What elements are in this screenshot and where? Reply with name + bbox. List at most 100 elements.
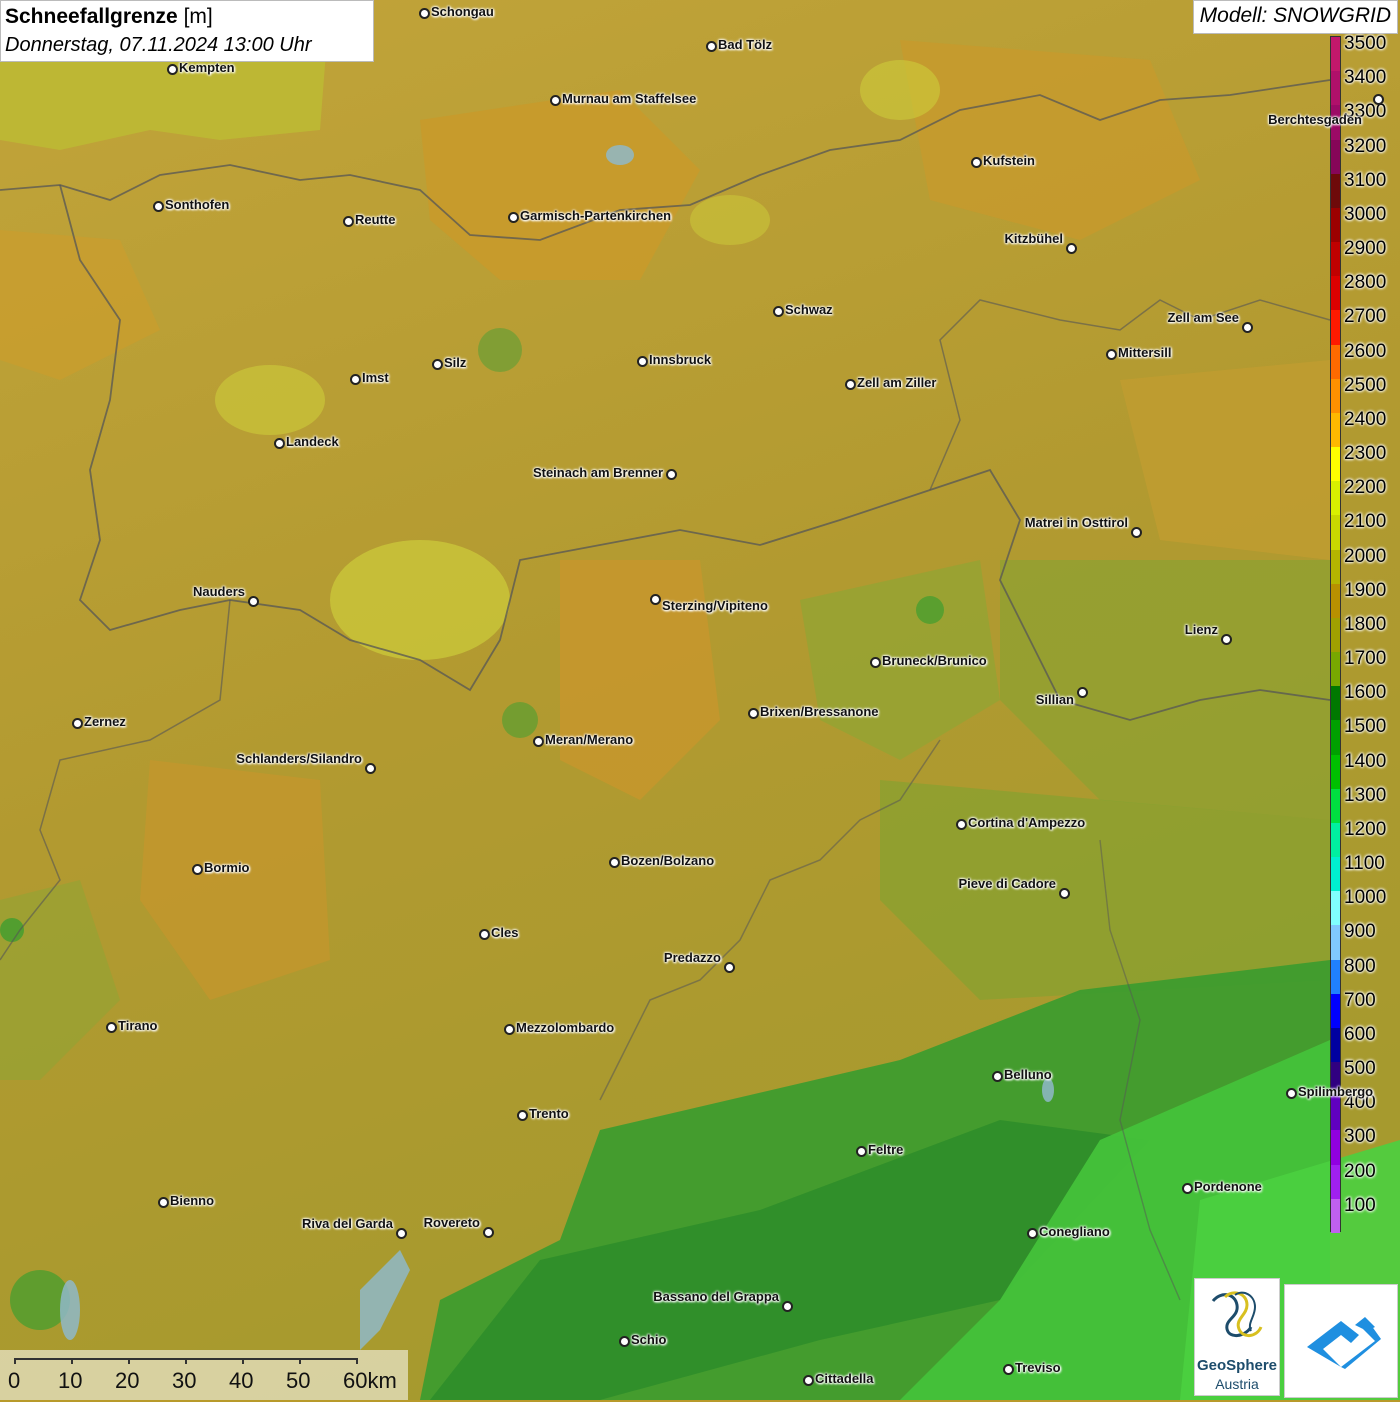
city-dot-icon xyxy=(504,1024,515,1035)
city-label: Zell am See xyxy=(1167,310,1239,325)
map-datetime: Donnerstag, 07.11.2024 13:00 Uhr xyxy=(5,34,312,56)
city-label: Zell am Ziller xyxy=(857,375,937,390)
legend-label: 2500 xyxy=(1344,374,1387,396)
city-label: Rovereto xyxy=(423,1215,480,1230)
legend-label: 1500 xyxy=(1344,716,1387,738)
legend-label: 200 xyxy=(1344,1160,1376,1182)
city-dot-icon xyxy=(856,1146,867,1157)
city-dot-icon xyxy=(773,306,784,317)
city-dot-icon xyxy=(72,718,83,729)
geosphere-logo-text: GeoSphere xyxy=(1196,1357,1278,1374)
legend-swatch xyxy=(1331,37,1340,72)
scale-tick xyxy=(14,1358,16,1364)
city-dot-icon xyxy=(153,201,164,212)
legend-swatch xyxy=(1331,378,1340,414)
legend-swatch xyxy=(1331,617,1340,653)
city-label: Predazzo xyxy=(663,950,721,965)
city-label: Feltre xyxy=(868,1142,904,1157)
city-dot-icon xyxy=(1059,888,1070,899)
legend-label: 3500 xyxy=(1344,33,1387,54)
city-dot-icon xyxy=(971,157,982,168)
mountain-arrow-icon xyxy=(1307,1317,1381,1369)
legend-swatch xyxy=(1331,1096,1340,1131)
legend-swatch xyxy=(1331,447,1340,482)
city-label: Mezzolombardo xyxy=(516,1020,615,1035)
title-unit: [m] xyxy=(177,5,213,28)
legend-label: 1200 xyxy=(1344,818,1387,840)
city-label: Bormio xyxy=(204,860,250,875)
city-dot-icon xyxy=(609,857,620,868)
city-label: Reutte xyxy=(355,212,396,227)
legend-swatch xyxy=(1331,788,1340,824)
legend-swatch xyxy=(1331,1130,1340,1166)
city-dot-icon xyxy=(992,1071,1003,1082)
city-label: Sonthofen xyxy=(165,197,230,212)
city-label: Nauders xyxy=(192,584,245,599)
city-label: Brixen/Bressanone xyxy=(760,704,879,719)
model-label: Modell: SNOWGRID xyxy=(1192,0,1398,34)
city-label: Landeck xyxy=(286,434,339,449)
legend-label: 3000 xyxy=(1344,203,1387,225)
city-label: Pordenone xyxy=(1194,1179,1262,1194)
legend-swatch xyxy=(1331,925,1340,961)
map-title-box: Schneefallgrenze [m] Donnerstag, 07.11.2… xyxy=(0,0,374,62)
city-label: Riva del Garda xyxy=(301,1216,393,1231)
city-dot-icon xyxy=(419,8,430,19)
legend-swatch xyxy=(1331,652,1340,687)
scale-label: 50 xyxy=(286,1368,311,1393)
legend-label: 1300 xyxy=(1344,784,1387,806)
city-dot-icon xyxy=(1242,322,1253,333)
city-dot-icon xyxy=(1221,634,1232,645)
city-dot-icon xyxy=(1077,687,1088,698)
legend-swatch xyxy=(1331,754,1340,790)
legend-label: 2000 xyxy=(1344,545,1387,567)
city-dot-icon xyxy=(1003,1364,1014,1375)
city-dot-icon xyxy=(192,864,203,875)
city-dot-icon xyxy=(167,64,178,75)
legend-swatch xyxy=(1331,412,1340,448)
city-dot-icon xyxy=(706,41,717,52)
city-label: Zernez xyxy=(84,714,126,729)
legend-label: 800 xyxy=(1344,955,1376,977)
legend-swatch xyxy=(1331,344,1340,380)
city-dot-icon xyxy=(396,1228,407,1239)
city-label: Bruneck/Brunico xyxy=(882,653,987,668)
city-label: Meran/Merano xyxy=(545,732,634,747)
city-dot-icon xyxy=(432,359,443,370)
scale-tick xyxy=(128,1358,130,1364)
geosphere-logo-subtext: Austria xyxy=(1215,1376,1259,1392)
city-dot-icon xyxy=(637,356,648,367)
city-dot-icon xyxy=(517,1110,528,1121)
legend-label: 2200 xyxy=(1344,477,1387,499)
city-dot-icon xyxy=(803,1375,814,1386)
legend-swatch xyxy=(1331,891,1340,926)
geosphere-logo: GeoSphere Austria xyxy=(1194,1278,1280,1396)
legend-swatch xyxy=(1331,1198,1340,1234)
legend-label: 1000 xyxy=(1344,887,1387,909)
legend-label: 100 xyxy=(1344,1194,1376,1216)
city-label: Pieve di Cadore xyxy=(958,876,1056,891)
map-title: Schneefallgrenze [m] xyxy=(5,3,369,31)
legend-label: 1400 xyxy=(1344,750,1387,772)
legend-label: 500 xyxy=(1344,1058,1376,1080)
city-label: Treviso xyxy=(1015,1360,1061,1375)
city-dot-icon xyxy=(479,929,490,940)
city-label: Innsbruck xyxy=(649,352,712,367)
city-dot-icon xyxy=(343,216,354,227)
legend-swatch xyxy=(1331,310,1340,346)
city-dot-icon xyxy=(870,657,881,668)
legend-swatch xyxy=(1331,857,1340,892)
city-label: Garmisch-Partenkirchen xyxy=(520,208,672,223)
city-dot-icon xyxy=(365,763,376,774)
title-bold: Schneefallgrenze xyxy=(5,5,178,28)
city-dot-icon xyxy=(1027,1228,1038,1239)
city-dot-icon xyxy=(666,469,677,480)
weather-app-logo xyxy=(1284,1284,1398,1398)
city-dot-icon xyxy=(748,708,759,719)
legend-swatch xyxy=(1331,139,1340,175)
legend-swatch xyxy=(1331,242,1340,277)
legend-swatch xyxy=(1331,993,1340,1029)
city-label: Matrei in Osttirol xyxy=(1024,515,1128,530)
legend-label: 300 xyxy=(1344,1126,1376,1148)
city-dot-icon xyxy=(550,95,561,106)
